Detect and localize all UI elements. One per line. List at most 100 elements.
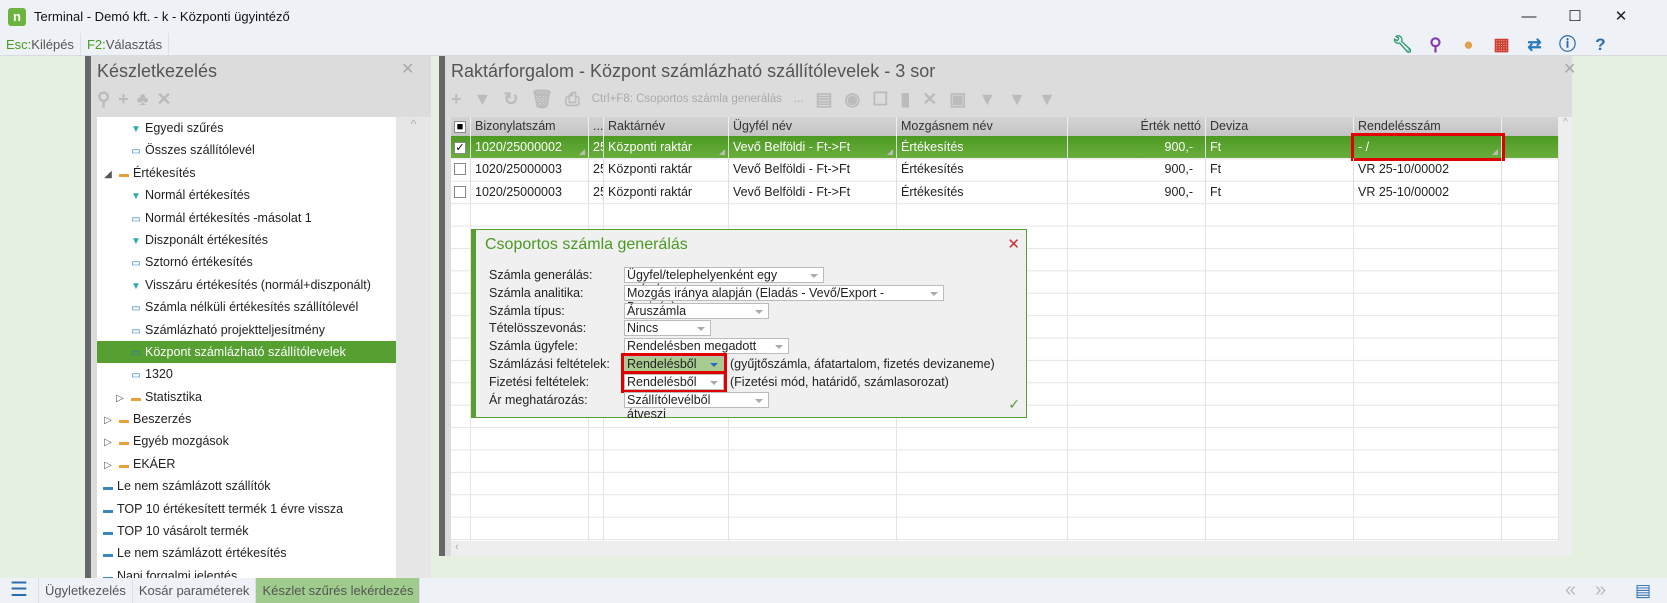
user-icon[interactable]: ●: [1452, 34, 1485, 56]
search-icon[interactable]: ⚲: [97, 89, 110, 110]
field-dropdown[interactable]: Szállítólevélből átveszi: [624, 391, 769, 421]
vertical-scrollbar[interactable]: ^: [1559, 117, 1572, 541]
table-cell[interactable]: 900,-: [1068, 158, 1206, 181]
print-icon[interactable]: ⎙: [565, 89, 579, 110]
filter-clear-icon[interactable]: ▼: [1008, 89, 1026, 110]
tree-item[interactable]: ◢ ▬ Értékesítés: [97, 162, 396, 184]
field-dropdown[interactable]: Rendelésben megadott: [624, 338, 789, 355]
table-cell[interactable]: 900,-: [1068, 136, 1206, 159]
table-cell[interactable]: Vevő Belföldi - Ft->Ft: [729, 158, 897, 181]
tree-icon[interactable]: ♣: [137, 89, 149, 110]
field-dropdown[interactable]: Nincs: [624, 320, 711, 337]
close-icon[interactable]: ✕: [401, 59, 414, 79]
close-icon[interactable]: ✕: [1007, 235, 1020, 253]
chart-icon[interactable]: ▮: [900, 89, 910, 110]
table-cell[interactable]: 1020/25000003: [471, 158, 589, 181]
caret-right-icon[interactable]: ▷: [101, 455, 115, 477]
tree-item[interactable]: ▷ ▬ EKÁER: [97, 453, 396, 475]
tree-item[interactable]: ▬ TOP 10 értékesített termék 1 évre vissz…: [97, 498, 396, 520]
row-checkbox[interactable]: [451, 158, 471, 181]
field-dropdown[interactable]: Rendelésből: [621, 370, 727, 393]
confirm-check-icon[interactable]: ✓: [1008, 396, 1020, 413]
info-icon[interactable]: ⓘ: [1551, 34, 1584, 56]
field-dropdown[interactable]: Rendelésből: [621, 353, 727, 375]
table-cell[interactable]: 25: [589, 136, 604, 159]
table-cell[interactable]: Ft: [1206, 136, 1354, 159]
caret-right-icon[interactable]: ▷: [113, 388, 127, 410]
view-icon[interactable]: ◉: [844, 89, 860, 110]
add-icon[interactable]: +: [451, 89, 462, 110]
tree-item[interactable]: ▭ Normál értékesítés -másolat 1: [97, 207, 396, 229]
row-checkbox[interactable]: [451, 180, 471, 204]
table-cell[interactable]: 1020/25000003: [471, 180, 589, 204]
search-icon[interactable]: ⚲: [1419, 34, 1452, 56]
column-header[interactable]: Ügyfél név: [729, 117, 897, 136]
caret-right-icon[interactable]: ▷: [101, 432, 115, 454]
caret-right-icon[interactable]: ▷: [101, 410, 115, 432]
table-row[interactable]: 1020/25000003 25 Központi raktár Vevő Belfö…: [451, 158, 1559, 181]
refresh-icon[interactable]: ↻: [503, 89, 518, 110]
filter-icon[interactable]: ▼: [474, 89, 492, 110]
next-icon[interactable]: »: [1595, 579, 1606, 602]
esc-exit-button[interactable]: Esc:Kilépés: [0, 33, 81, 55]
add-icon[interactable]: +: [118, 89, 129, 110]
tab-keszlet-szures[interactable]: Készlet szűrés lekérdezés: [256, 578, 421, 603]
table-cell[interactable]: Vevő Belföldi - Ft->Ft: [729, 136, 897, 159]
table-cell[interactable]: 25: [589, 180, 604, 204]
tree-item[interactable]: ▬ Le nem számlázott szállítók: [97, 475, 396, 497]
column-header[interactable]: Raktárnév: [604, 117, 729, 136]
tree-item[interactable]: ▭ 1320: [97, 363, 396, 385]
tree-item[interactable]: ▼ Visszáru értékesítés (normál+diszponált…: [97, 274, 396, 296]
column-header[interactable]: Deviza: [1206, 117, 1354, 136]
tree-item[interactable]: ▭ Számla nélküli értékesítés szállítólevé…: [97, 296, 396, 318]
table-cell[interactable]: Vevő Belföldi - Ft->Ft: [729, 180, 897, 204]
close-button[interactable]: ✕: [1598, 0, 1644, 33]
field-dropdown[interactable]: Ügyfel/telephelyenként egy számla: [624, 267, 824, 296]
tree-item[interactable]: ▬ TOP 10 vásárolt termék: [97, 520, 396, 542]
table-cell[interactable]: Értékesítés: [897, 180, 1068, 204]
tab-ugyletkezeles[interactable]: Ügyletkezelés: [39, 578, 133, 603]
table-cell[interactable]: 1020/25000002: [471, 136, 589, 159]
table-cell[interactable]: 25: [589, 158, 604, 181]
more-button[interactable]: ...: [794, 93, 804, 105]
filter-add-icon[interactable]: ▼: [1038, 89, 1056, 110]
column-header[interactable]: Bizonylatszám: [471, 117, 589, 136]
column-header[interactable]: Mozgásnem név: [897, 117, 1068, 136]
column-header[interactable]: Érték nettó: [1068, 117, 1206, 136]
tree-item[interactable]: ▭ Összes szállítólevél: [97, 139, 396, 161]
export-icon[interactable]: ▤: [815, 89, 832, 110]
f2-select-button[interactable]: F2:Választás: [81, 33, 170, 55]
table-cell[interactable]: Értékesítés: [897, 158, 1068, 181]
unpin-icon[interactable]: ✕: [922, 89, 937, 110]
table-cell[interactable]: Értékesítés: [897, 136, 1068, 159]
tree-item[interactable]: ▭ Központ számlázható szállítólevelek: [97, 340, 396, 364]
table-cell[interactable]: Központi raktár: [604, 180, 729, 204]
horizontal-scrollbar[interactable]: ‹: [451, 541, 1572, 556]
column-header[interactable]: Rendelésszám: [1354, 117, 1502, 136]
select-all-checkbox[interactable]: ■: [451, 117, 471, 136]
tree-item[interactable]: ▭ Számlázható projektteljesítmény: [97, 319, 396, 341]
caret-down-icon[interactable]: ◢: [101, 164, 115, 186]
table-cell[interactable]: Ft: [1206, 180, 1354, 204]
group-invoice-shortcut[interactable]: Ctrl+F8: Csoportos számla generálás: [592, 93, 782, 105]
window-icon[interactable]: ☐: [872, 89, 888, 110]
table-cell[interactable]: Központi raktár: [604, 136, 729, 159]
apps-icon[interactable]: ▦: [1485, 34, 1518, 56]
table-cell[interactable]: Központi raktár: [604, 158, 729, 181]
tree-item[interactable]: ▷ ▬ Beszerzés: [97, 408, 396, 430]
tree-item[interactable]: ▬ Napi forgalmi jelentés: [97, 565, 396, 578]
row-checkbox[interactable]: ✓: [451, 136, 471, 159]
tree-item[interactable]: ▷ ▬ Statisztika: [97, 386, 396, 408]
minimize-button[interactable]: —: [1506, 0, 1552, 33]
column-header[interactable]: ...: [589, 117, 604, 136]
table-cell[interactable]: VR 25-10/00002: [1354, 180, 1502, 204]
field-dropdown[interactable]: Áruszámla: [624, 302, 769, 319]
field-dropdown[interactable]: Mozgás iránya alapján (Eladás - Vevő/Exp…: [624, 284, 944, 314]
tree-item[interactable]: ▼ Egyedi szűrés: [97, 117, 396, 139]
tab-kosar-parameterek[interactable]: Kosár paraméterek: [133, 578, 257, 603]
list-icon[interactable]: ▤: [1635, 581, 1651, 601]
excel-icon[interactable]: ▣: [949, 89, 966, 110]
table-cell[interactable]: VR 25-10/00002: [1354, 158, 1502, 181]
delete-icon[interactable]: 🗑︎: [530, 89, 553, 110]
close-icon[interactable]: ✕: [1563, 59, 1576, 79]
